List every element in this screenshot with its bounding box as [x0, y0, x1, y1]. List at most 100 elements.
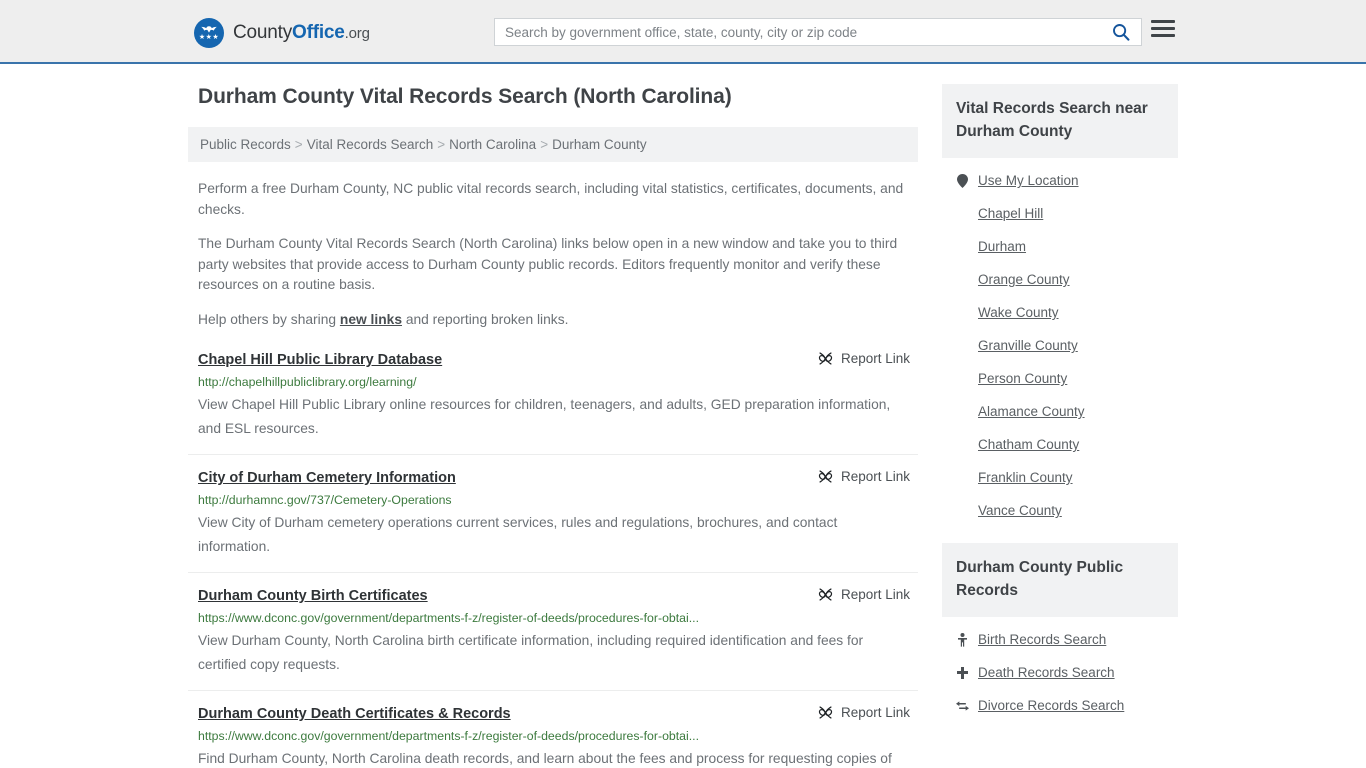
result-item: Durham County Birth Certificates Report L…	[188, 572, 918, 690]
sidebar-public-records-link[interactable]: Divorce Records Search	[978, 698, 1124, 713]
seal-stars-icon: ★★★	[198, 34, 220, 41]
sidebar-nearby-item[interactable]: Granville County	[956, 329, 1178, 362]
sidebar-nearby-item[interactable]: Orange County	[956, 263, 1178, 296]
sidebar-nearby-item[interactable]: Chapel Hill	[956, 197, 1178, 230]
sidebar-nearby-link[interactable]: Alamance County	[978, 404, 1085, 419]
hamburger-bar	[1151, 27, 1175, 30]
share-paragraph: Help others by sharing new links and rep…	[188, 310, 918, 331]
search-icon	[1113, 24, 1130, 41]
result-header: City of Durham Cemetery Information Repor…	[198, 468, 910, 488]
two-way-arrow-icon	[956, 700, 969, 711]
sidebar-nearby-link[interactable]: Chatham County	[978, 437, 1079, 452]
broken-link-icon	[818, 706, 833, 719]
cross-icon	[956, 666, 969, 680]
breadcrumb-separator: >	[540, 137, 549, 152]
intro-paragraph-2: The Durham County Vital Records Search (…	[198, 236, 898, 292]
two-way-arrow-icon	[956, 700, 969, 712]
search-input[interactable]	[495, 19, 1101, 45]
sidebar-public-records-link[interactable]: Death Records Search	[978, 665, 1115, 680]
baby-icon	[958, 632, 967, 647]
result-header: Durham County Birth Certificates Report L…	[198, 586, 910, 606]
report-link-label: Report Link	[840, 705, 910, 720]
sidebar-nearby-item[interactable]: Use My Location	[956, 164, 1178, 197]
sidebar-nearby-heading: Vital Records Search near Durham County	[942, 84, 1178, 158]
county-office-seal-icon: ★★★	[194, 18, 224, 48]
hamburger-menu-button[interactable]	[1151, 20, 1175, 37]
sidebar-public-records-item[interactable]: Birth Records Search	[956, 623, 1178, 656]
brand-part-office: Office	[292, 22, 345, 43]
sidebar-nearby-link[interactable]: Granville County	[978, 338, 1078, 353]
result-header: Durham County Death Certificates & Recor…	[198, 704, 910, 724]
sidebar-public-records-link[interactable]: Birth Records Search	[978, 632, 1106, 647]
report-link-button[interactable]: Report Link	[818, 704, 910, 720]
sidebar-nearby-link[interactable]: Orange County	[978, 272, 1070, 287]
hamburger-bar	[1151, 20, 1175, 23]
result-title-link[interactable]: Chapel Hill Public Library Database	[198, 350, 442, 370]
report-link-button[interactable]: Report Link	[818, 350, 910, 366]
sidebar-nearby-item[interactable]: Person County	[956, 362, 1178, 395]
intro-paragraph-1: Perform a free Durham County, NC public …	[198, 181, 904, 217]
result-title-link[interactable]: Durham County Death Certificates & Recor…	[198, 704, 511, 724]
sidebar-nearby-link[interactable]: Wake County	[978, 305, 1059, 320]
result-item: Durham County Death Certificates & Recor…	[188, 690, 918, 768]
report-link-label: Report Link	[840, 351, 910, 366]
share-prefix: Help others by sharing	[198, 311, 340, 327]
result-header: Chapel Hill Public Library Database Repor…	[198, 350, 910, 370]
content-container: Durham County Vital Records Search (Nort…	[188, 64, 1178, 768]
sidebar-nearby-item[interactable]: Franklin County	[956, 461, 1178, 494]
search-bar	[494, 18, 1142, 46]
report-link-button[interactable]: Report Link	[818, 586, 910, 602]
baby-icon	[956, 632, 969, 647]
result-url: http://chapelhillpubliclibrary.org/learn…	[198, 375, 417, 389]
breadcrumb-item-north-carolina[interactable]: North Carolina	[449, 137, 536, 152]
map-pin-icon	[957, 173, 968, 188]
report-link-label: Report Link	[840, 469, 910, 484]
page-title: Durham County Vital Records Search (Nort…	[198, 85, 732, 108]
breadcrumb-item-durham-county[interactable]: Durham County	[552, 137, 647, 152]
broken-link-icon	[818, 470, 833, 483]
page-body: Durham County Vital Records Search (Nort…	[0, 64, 1366, 768]
hamburger-bar	[1151, 34, 1175, 37]
site-logo[interactable]: ★★★ CountyOffice.org	[194, 18, 370, 48]
result-title-link[interactable]: Durham County Birth Certificates	[198, 586, 428, 606]
breadcrumb-item-public-records[interactable]: Public Records	[200, 137, 291, 152]
search-button[interactable]	[1101, 19, 1141, 45]
sidebar-nearby-link[interactable]: Use My Location	[978, 173, 1079, 188]
sidebar-nearby-link[interactable]: Vance County	[978, 503, 1062, 518]
result-url: https://www.dconc.gov/government/departm…	[198, 729, 699, 743]
sidebar-nearby-list: Use My Location Chapel Hill Durham Orange C…	[942, 158, 1178, 527]
map-pin-icon	[956, 173, 969, 188]
breadcrumb-separator: >	[294, 137, 303, 152]
result-title-link[interactable]: City of Durham Cemetery Information	[198, 468, 456, 488]
broken-link-icon	[818, 352, 833, 365]
sidebar-nearby-link[interactable]: Durham	[978, 239, 1026, 254]
sidebar-nearby-item[interactable]: Alamance County	[956, 395, 1178, 428]
brand-tld: .org	[344, 25, 370, 42]
sidebar-nearby-item[interactable]: Chatham County	[956, 428, 1178, 461]
intro-text: Perform a free Durham County, NC public …	[188, 179, 918, 330]
brand-part-county: County	[233, 22, 293, 43]
sidebar-nearby-link[interactable]: Person County	[978, 371, 1067, 386]
brand-wordmark: CountyOffice.org	[233, 22, 370, 44]
result-item: City of Durham Cemetery Information Repor…	[188, 454, 918, 572]
results-list: Chapel Hill Public Library Database Repor…	[188, 348, 918, 768]
sidebar-public-records-heading: Durham County Public Records	[942, 543, 1178, 617]
new-links-link[interactable]: new links	[340, 312, 402, 327]
result-description: View Durham County, North Carolina birth…	[198, 633, 864, 672]
sidebar-public-records-item[interactable]: Divorce Records Search	[956, 689, 1178, 722]
sidebar-nearby-link[interactable]: Chapel Hill	[978, 206, 1043, 221]
result-description: View Chapel Hill Public Library online r…	[198, 397, 891, 436]
sidebar-nearby-link[interactable]: Franklin County	[978, 470, 1073, 485]
breadcrumb-separator: >	[437, 137, 446, 152]
sidebar-public-records-list: Birth Records Search Death Records Search…	[942, 617, 1178, 722]
result-url: https://www.dconc.gov/government/departm…	[198, 611, 699, 625]
sidebar-nearby-item[interactable]: Vance County	[956, 494, 1178, 527]
sidebar-public-records-item[interactable]: Death Records Search	[956, 656, 1178, 689]
breadcrumb-item-vital-records-search[interactable]: Vital Records Search	[307, 137, 434, 152]
share-suffix: and reporting broken links.	[402, 311, 569, 327]
breadcrumb: Public Records > Vital Records Search > Nort…	[188, 127, 918, 162]
sidebar-nearby-item[interactable]: Wake County	[956, 296, 1178, 329]
sidebar-nearby-item[interactable]: Durham	[956, 230, 1178, 263]
report-link-button[interactable]: Report Link	[818, 468, 910, 484]
